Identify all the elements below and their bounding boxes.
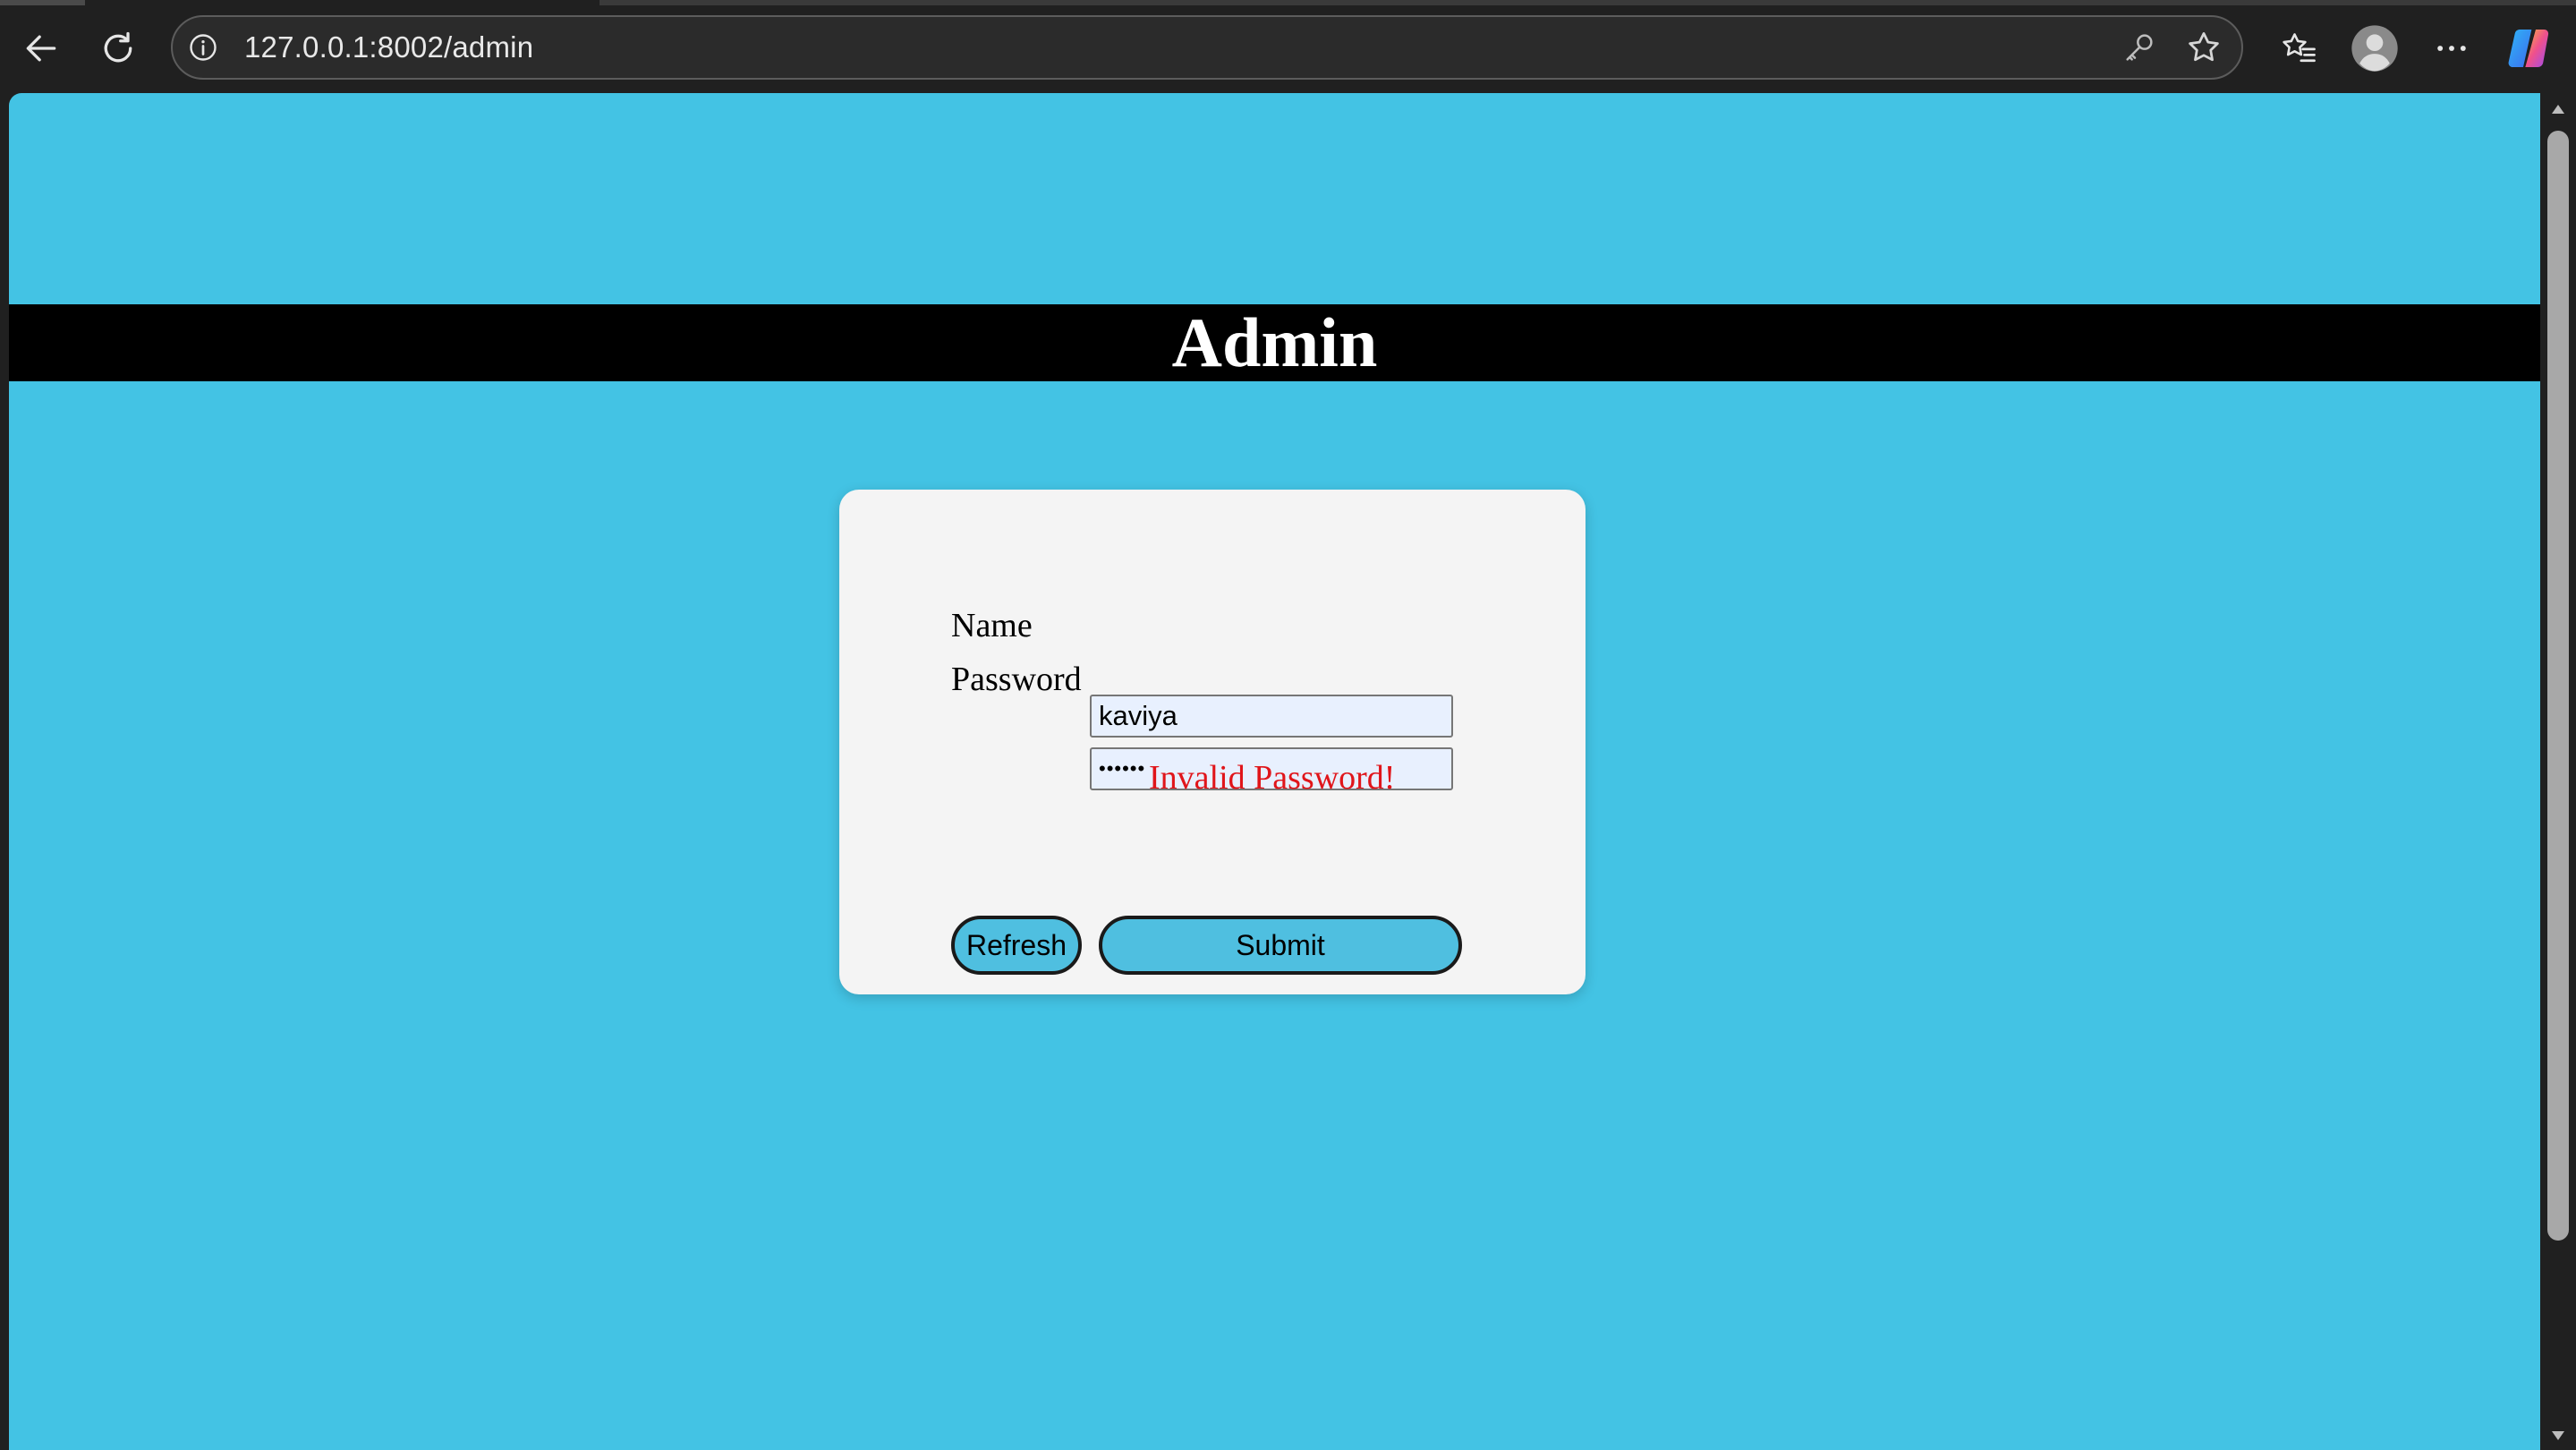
back-arrow-icon[interactable] <box>13 20 70 77</box>
submit-button[interactable]: Submit <box>1099 916 1462 975</box>
star-icon[interactable] <box>2184 28 2223 67</box>
more-menu-icon[interactable] <box>2423 20 2480 77</box>
copilot-icon[interactable] <box>2501 20 2558 77</box>
page-viewport: Admin Name Password •••••• Invalid Passw… <box>9 93 2540 1450</box>
name-field[interactable] <box>1090 695 1453 738</box>
key-icon[interactable] <box>2121 30 2157 65</box>
tab-strip <box>0 0 2576 5</box>
error-message: Invalid Password! <box>1149 759 1396 797</box>
header-bar: Admin <box>9 304 2540 381</box>
scroll-thumb[interactable] <box>2547 131 2569 1241</box>
browser-toolbar: 127.0.0.1:8002/admin <box>0 0 2576 93</box>
login-card: Name Password •••••• Invalid Password! R… <box>839 490 1586 994</box>
page-scrollbar[interactable] <box>2540 93 2576 1450</box>
password-label: Password <box>951 661 1082 698</box>
name-label: Name <box>951 607 1033 644</box>
refresh-button[interactable]: Refresh <box>951 916 1082 975</box>
site-info-icon[interactable] <box>187 31 219 64</box>
favorites-icon[interactable] <box>2271 20 2328 77</box>
page-title: Admin <box>1171 303 1378 381</box>
address-url[interactable]: 127.0.0.1:8002/admin <box>244 17 533 78</box>
profile-avatar-icon[interactable] <box>2346 20 2403 77</box>
reload-icon[interactable] <box>89 20 147 77</box>
scroll-down-arrow-icon[interactable] <box>2549 1427 2567 1445</box>
scroll-up-arrow-icon[interactable] <box>2549 100 2567 118</box>
address-bar[interactable]: 127.0.0.1:8002/admin <box>171 15 2243 80</box>
